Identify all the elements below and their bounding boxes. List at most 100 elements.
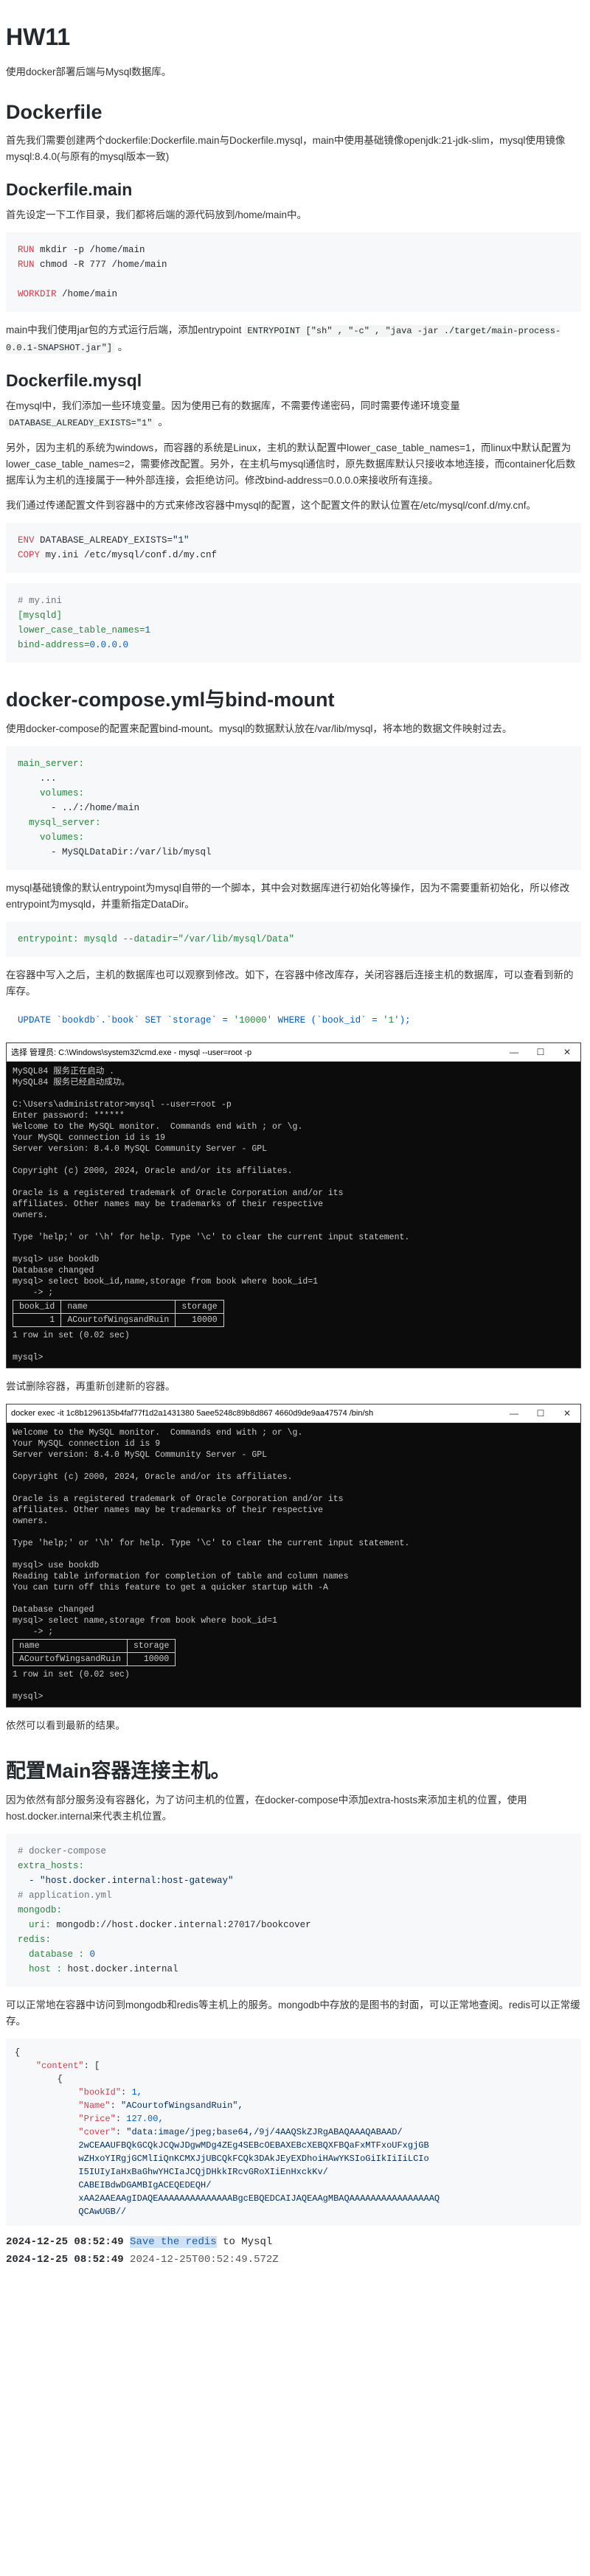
close-icon[interactable]: ✕ <box>554 1408 580 1418</box>
heading-dockerfile-main: Dockerfile.main <box>6 180 133 199</box>
code-text: mkdir -p /home/main <box>34 245 145 255</box>
code-value: mongodb://host.docker.internal:27017/boo… <box>51 1920 311 1930</box>
table-header-cell: storage <box>175 1300 224 1314</box>
code-key: mongodb: <box>18 1905 63 1915</box>
minimize-icon[interactable]: — <box>501 1047 527 1057</box>
json-line: "bookId": 1, <box>78 2087 142 2098</box>
terminal-line: MySQL84 服务正在启动 . <box>13 1067 115 1076</box>
table-header-cell: storage <box>127 1639 176 1653</box>
mysql-env-text: 在mysql中，我们添加一些环境变量。因为使用已有的数据库，不需要传递密码，同时… <box>6 400 460 411</box>
code-key: # application.yml <box>18 1890 112 1901</box>
result-grid: book_id name storage 1 ACourtofWingsandRuin 1… <box>12 1300 224 1327</box>
code-key: redis: <box>18 1935 52 1945</box>
log-line: 2024-12-25 08:52:49 2024-12-25T00:52:49.… <box>6 2251 581 2269</box>
terminal-line: Database changed <box>13 1266 94 1275</box>
terminal-line: Enter password: ****** <box>13 1111 125 1121</box>
retry-paragraph: 尝试删除容器，再重新创建新的容器。 <box>6 1381 176 1392</box>
close-icon[interactable]: ✕ <box>554 1047 580 1057</box>
sql-text: UPDATE `bookdb`.`book` SET `storage` = <box>18 1015 234 1026</box>
code-line: # docker-compose <box>18 1844 569 1859</box>
terminal-line: 1 row in set (0.02 sec) <box>13 1670 130 1679</box>
result-paragraph: 依然可以看到最新的结果。 <box>6 1720 125 1731</box>
json-line: 2wCEAAUFBQkGCQkJCQwJDgwMDg4ZEg4SEBcOEBAX… <box>15 2139 572 2152</box>
compose-paragraph-1: 使用docker-compose的配置来配置bind-mount。mysql的数… <box>6 723 513 734</box>
main-entrypoint-text: main中我们使用jar包的方式运行后端，添加entrypoint <box>6 324 245 335</box>
sql-code-block: UPDATE `bookdb`.`book` SET `storage` = '… <box>6 1009 581 1032</box>
code-keyword: COPY <box>18 550 41 560</box>
terminal-line: Reading table information for completion… <box>13 1572 349 1581</box>
host-paragraph-2: 可以正常地在容器中访问到mongodb和redis等主机上的服务。mongodb… <box>6 1999 580 2027</box>
table-header-cell: name <box>60 1300 176 1314</box>
document-page: HW11 使用docker部署后端与Mysql数据库。 Dockerfile 首… <box>0 0 590 2269</box>
entrypoint-code-block: entrypoint: mysqld --datadir="/var/lib/m… <box>6 922 581 957</box>
terminal-line: owners. <box>13 1517 49 1526</box>
json-line: { <box>15 2047 21 2058</box>
terminal-line: mysql> use bookdb <box>13 1561 100 1570</box>
result-grid: name storage ACourtofWingsandRuin 10000 <box>12 1639 176 1666</box>
code-line: main_server: <box>18 759 85 769</box>
sql-string: '1' <box>383 1015 400 1026</box>
code-key: lower_case_table_names= <box>18 625 145 636</box>
table-cell: 10000 <box>175 1313 224 1327</box>
code-text: my.ini /etc/mysql/conf.d/my.cnf <box>40 550 218 560</box>
heading-host: 配置Main容器连接主机。 <box>6 1760 231 1782</box>
terminal-title: docker exec -it 1c8b1296135b4faf77f1d2a1… <box>11 1409 374 1418</box>
code-value: host.docker.internal <box>62 1964 178 1974</box>
code-key: database : <box>18 1949 85 1960</box>
terminal-line: mysql> <box>13 1353 44 1362</box>
code-text: DATABASE_ALREADY_EXISTS= <box>34 535 173 546</box>
code-comment: # my.ini <box>18 596 63 606</box>
code-keyword: RUN <box>18 245 35 255</box>
json-value: "data:image/jpeg;base64,/9j/4AAQSkZJRgAB… <box>126 2127 403 2137</box>
terminal-line: Oracle is a registered trademark of Orac… <box>13 1188 344 1198</box>
mysql-paragraph-1: 在mysql中，我们添加一些环境变量。因为使用已有的数据库，不需要传递密码，同时… <box>6 398 581 431</box>
code-line: uri: mongodb://host.docker.internal:2701… <box>18 1918 569 1932</box>
terminal-output: Welcome to the MySQL monitor. Commands e… <box>7 1423 580 1707</box>
maximize-icon[interactable]: ☐ <box>527 1047 554 1057</box>
host-code-block: # docker-compose extra_hosts: - "host.doc… <box>6 1834 581 1987</box>
page-title: HW11 <box>6 24 71 50</box>
terminal-line: Welcome to the MySQL monitor. Commands e… <box>13 1428 303 1438</box>
terminal-line: affiliates. Other names may be trademark… <box>13 1505 323 1515</box>
main-code-block: RUN mkdir -p /home/main RUN chmod -R 777 … <box>6 232 581 312</box>
code-line: entrypoint: mysqld --datadir="/var/lib/m… <box>18 934 295 944</box>
terminal-line: Database changed <box>13 1605 94 1615</box>
json-line: "content": [ <box>35 2061 100 2071</box>
code-line: redis: <box>18 1932 569 1947</box>
main-paragraph-1: 首先设定一下工作目录，我们都将后端的源代码放到/home/main中。 <box>6 209 308 220</box>
minimize-icon[interactable]: — <box>501 1408 527 1418</box>
terminal-line: C:\Users\administrator>mysql --user=root… <box>13 1100 232 1110</box>
code-line: extra_hosts: <box>18 1859 569 1873</box>
log-highlight: Save the redis <box>130 2236 217 2248</box>
code-number: 0.0.0.0 <box>89 640 129 650</box>
maximize-icon[interactable]: ☐ <box>527 1408 554 1418</box>
code-keyword: ENV <box>18 535 35 546</box>
mysql-paragraph-3: 我们通过传递配置文件到容器中的方式来修改容器中mysql的配置，这个配置文件的默… <box>6 500 537 511</box>
heading-dockerfile: Dockerfile <box>6 101 103 123</box>
json-value: "ACourtofWingsandRuin", <box>121 2100 243 2111</box>
terminal-screenshot-host: 选择 管理员: C:\Windows\system32\cmd.exe - my… <box>6 1042 581 1368</box>
table-cell: 10000 <box>127 1652 176 1666</box>
result-table: book_id name storage 1 ACourtofWingsandRuin 1… <box>12 1300 575 1327</box>
main-paragraph-2: main中我们使用jar包的方式运行后端，添加entrypoint ENTRYP… <box>6 322 581 356</box>
terminal-line: Welcome to the MySQL monitor. Commands e… <box>13 1122 303 1132</box>
code-number: 1 <box>145 625 151 636</box>
json-line: QCAwUGB// <box>15 2205 572 2218</box>
json-value: 1, <box>131 2087 142 2098</box>
code-line: host : host.docker.internal <box>18 1962 569 1977</box>
main-entrypoint-suffix: 。 <box>115 341 128 352</box>
json-value: CABEIBdwDGAMBIgACEQEDEQH/ <box>15 2180 212 2190</box>
sql-text: WHERE (`book_id` = <box>272 1015 384 1026</box>
json-line: "cover": "data:image/jpeg;base64,/9j/4AA… <box>78 2127 403 2137</box>
terminal-title: 选择 管理员: C:\Windows\system32\cmd.exe - my… <box>11 1048 252 1057</box>
log-message: to Mysql <box>216 2236 273 2248</box>
table-header-cell: book_id <box>12 1300 62 1314</box>
